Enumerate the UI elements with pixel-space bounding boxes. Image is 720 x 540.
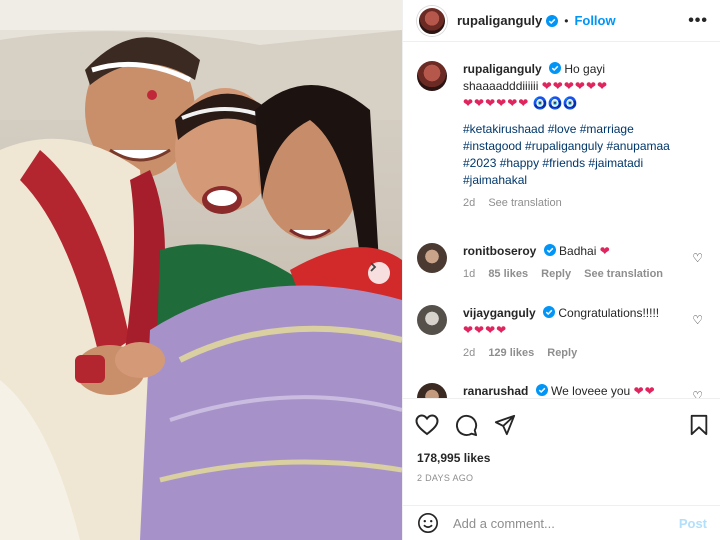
bookmark-icon[interactable] xyxy=(689,414,709,436)
avatar[interactable] xyxy=(417,61,447,91)
comment-hearts: ❤❤ xyxy=(633,384,656,398)
evil-eye-emojis: 🧿🧿🧿 xyxy=(532,96,578,110)
reply-button[interactable]: Reply xyxy=(541,268,571,280)
caption: rupaliganguly Ho gayi shaaaadddiiiiii ❤❤… xyxy=(417,61,717,212)
likes-count[interactable]: 178,995 likes xyxy=(403,451,720,465)
post-date[interactable]: 2 DAYS AGO xyxy=(403,465,720,483)
comment-likes[interactable]: 129 likes xyxy=(488,347,534,359)
see-translation-link[interactable]: See translation xyxy=(488,197,561,209)
reply-button[interactable]: Reply xyxy=(547,347,577,359)
comment-item: ronitboseroy Badhai ❤ 1d 85 likes Reply … xyxy=(417,243,717,283)
caption-meta: 2d See translation xyxy=(463,195,683,212)
emoji-icon[interactable] xyxy=(417,512,439,534)
post-header: rupaliganguly • Follow ••• xyxy=(403,0,720,42)
comment-text: We loveee you xyxy=(551,384,631,398)
hashtags[interactable]: #ketakirushaad #love #marriage #instagoo… xyxy=(463,121,683,189)
verified-badge-icon xyxy=(543,306,556,318)
share-icon[interactable] xyxy=(494,414,516,436)
avatar[interactable] xyxy=(417,243,447,273)
avatar[interactable] xyxy=(417,305,447,335)
comment-time[interactable]: 1d xyxy=(463,268,475,280)
like-comment-icon[interactable]: ♡ xyxy=(692,313,703,327)
avatar[interactable] xyxy=(417,5,447,36)
post-photo[interactable] xyxy=(0,0,402,540)
caption-hearts: ❤❤❤❤❤❤ xyxy=(541,79,609,93)
verified-badge-icon xyxy=(543,244,556,256)
see-translation-link[interactable]: See translation xyxy=(584,268,663,280)
comment-item: vijayganguly Congratulations!!!!! ❤❤❤❤ 2… xyxy=(417,305,717,362)
comment-username[interactable]: ronitboseroy xyxy=(463,244,536,258)
add-comment-bar: Post xyxy=(403,505,720,540)
like-comment-icon[interactable]: ♡ xyxy=(692,389,703,398)
more-options-icon[interactable]: ••• xyxy=(688,12,708,30)
comment-hearts: ❤ xyxy=(599,244,611,258)
comment-text: Congratulations!!!!! xyxy=(558,306,660,320)
verified-badge-icon xyxy=(546,14,559,27)
chevron-right-icon xyxy=(370,262,377,272)
like-comment-icon[interactable]: ♡ xyxy=(692,251,703,265)
comment-hearts: ❤❤❤❤ xyxy=(463,323,508,337)
post-comment-button[interactable]: Post xyxy=(679,516,707,531)
action-icons xyxy=(403,399,720,451)
comment-username[interactable]: vijayganguly xyxy=(463,306,536,320)
comment-text: Badhai xyxy=(559,244,597,258)
heart-icon[interactable] xyxy=(415,414,439,436)
comment-meta: 1d 85 likes Reply See translation xyxy=(463,266,683,283)
post-sidebar: rupaliganguly • Follow ••• rupaliganguly xyxy=(402,0,720,540)
caption-hearts-line2: ❤❤❤❤❤❤ xyxy=(463,96,530,110)
carousel-next-button[interactable] xyxy=(368,262,390,284)
comment-likes[interactable]: 85 likes xyxy=(488,268,528,280)
photo-illustration xyxy=(0,0,402,540)
comment-time[interactable]: 2d xyxy=(463,347,475,359)
verified-badge-icon xyxy=(549,62,562,74)
comment-item: ranarushad We loveee you ❤❤ ♡ xyxy=(417,383,717,398)
comment-meta: 2d 129 likes Reply xyxy=(463,345,683,362)
follow-button[interactable]: Follow xyxy=(574,13,615,28)
comment-icon[interactable] xyxy=(455,414,478,437)
comments-list: rupaliganguly Ho gayi shaaaadddiiiiii ❤❤… xyxy=(403,43,720,398)
comment-input[interactable] xyxy=(453,515,679,531)
post-username[interactable]: rupaliganguly xyxy=(457,13,542,28)
avatar[interactable] xyxy=(417,383,447,398)
verified-badge-icon xyxy=(535,384,548,396)
caption-username[interactable]: rupaliganguly xyxy=(463,62,542,76)
caption-time[interactable]: 2d xyxy=(463,197,475,209)
action-bar: 178,995 likes 2 DAYS AGO xyxy=(403,398,720,483)
separator-dot: • xyxy=(564,13,569,28)
comment-username[interactable]: ranarushad xyxy=(463,384,528,398)
